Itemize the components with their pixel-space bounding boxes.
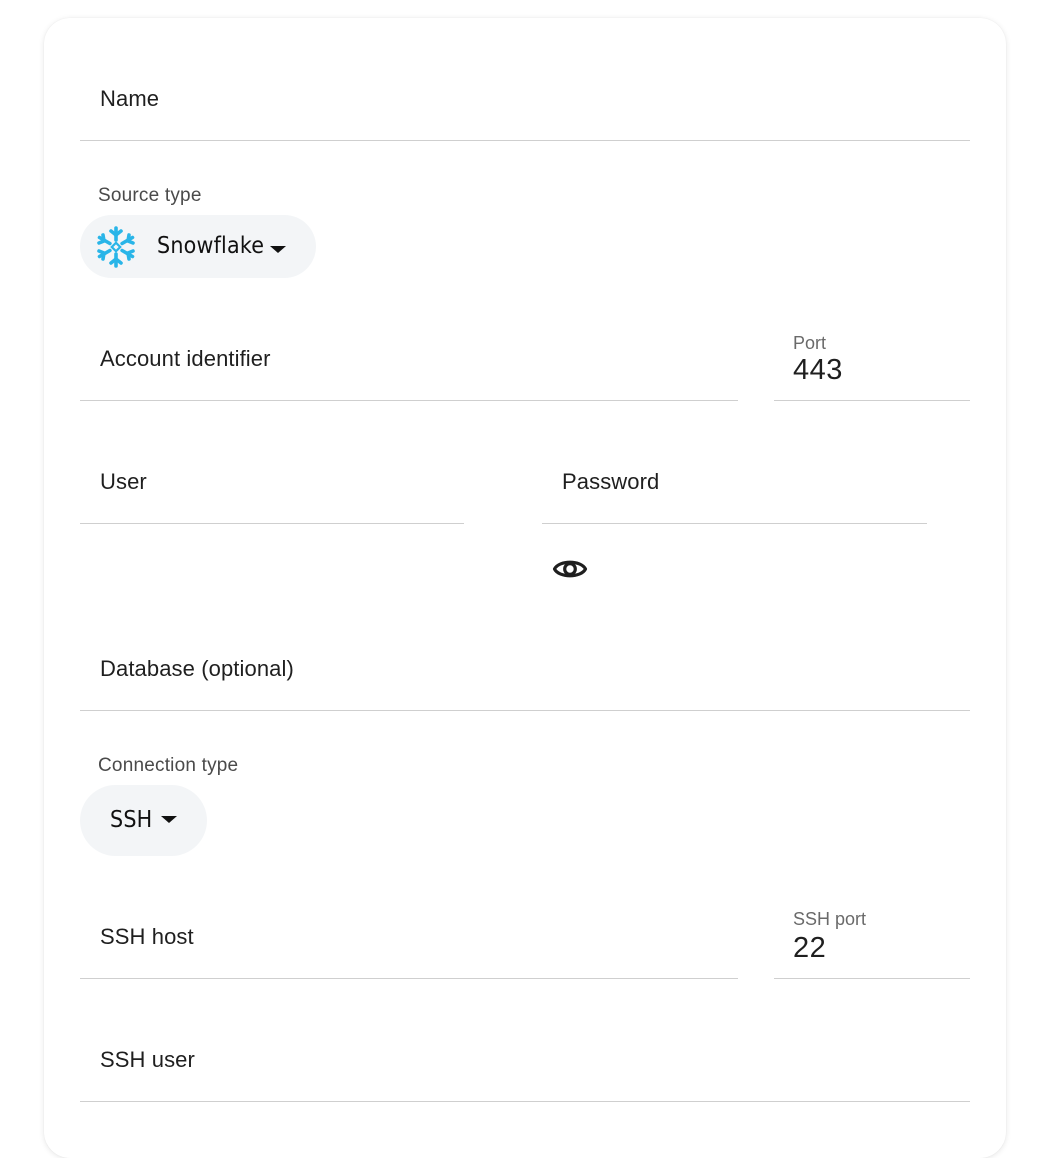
source-type-dropdown[interactable]: Snowflake — [80, 215, 316, 278]
ssh-host-placeholder: SSH host — [100, 924, 194, 949]
ssh-user-placeholder: SSH user — [100, 1047, 195, 1072]
name-field[interactable]: Name — [80, 60, 970, 141]
eye-icon[interactable] — [552, 553, 588, 585]
database-field[interactable]: Database (optional) — [80, 630, 970, 711]
account-identifier-field[interactable]: Account identifier — [80, 320, 738, 401]
source-type-label: Source type — [98, 185, 202, 206]
password-field[interactable]: Password — [542, 443, 927, 524]
database-placeholder: Database (optional) — [100, 656, 294, 681]
connection-type-value: SSH — [110, 807, 153, 833]
source-type-value: Snowflake — [157, 233, 265, 259]
ssh-port-label: SSH port — [793, 909, 867, 929]
snowflake-icon — [94, 225, 138, 269]
chevron-down-icon — [161, 816, 177, 823]
ssh-host-field[interactable]: SSH host — [80, 898, 738, 979]
connection-type-dropdown[interactable]: SSH — [80, 785, 207, 856]
connection-type-label: Connection type — [98, 755, 239, 776]
name-field-placeholder: Name — [100, 86, 160, 111]
port-value: 443 — [793, 354, 843, 386]
user-field[interactable]: User — [80, 443, 464, 524]
ssh-port-value: 22 — [793, 932, 827, 964]
ssh-port-field[interactable]: SSH port 22 — [774, 898, 970, 979]
password-placeholder: Password — [562, 469, 660, 494]
account-identifier-placeholder: Account identifier — [100, 346, 271, 371]
port-field[interactable]: Port 443 — [774, 320, 970, 401]
user-placeholder: User — [100, 469, 147, 494]
chevron-down-icon — [270, 246, 286, 253]
port-label: Port — [793, 333, 827, 353]
ssh-user-field[interactable]: SSH user — [80, 1021, 970, 1102]
